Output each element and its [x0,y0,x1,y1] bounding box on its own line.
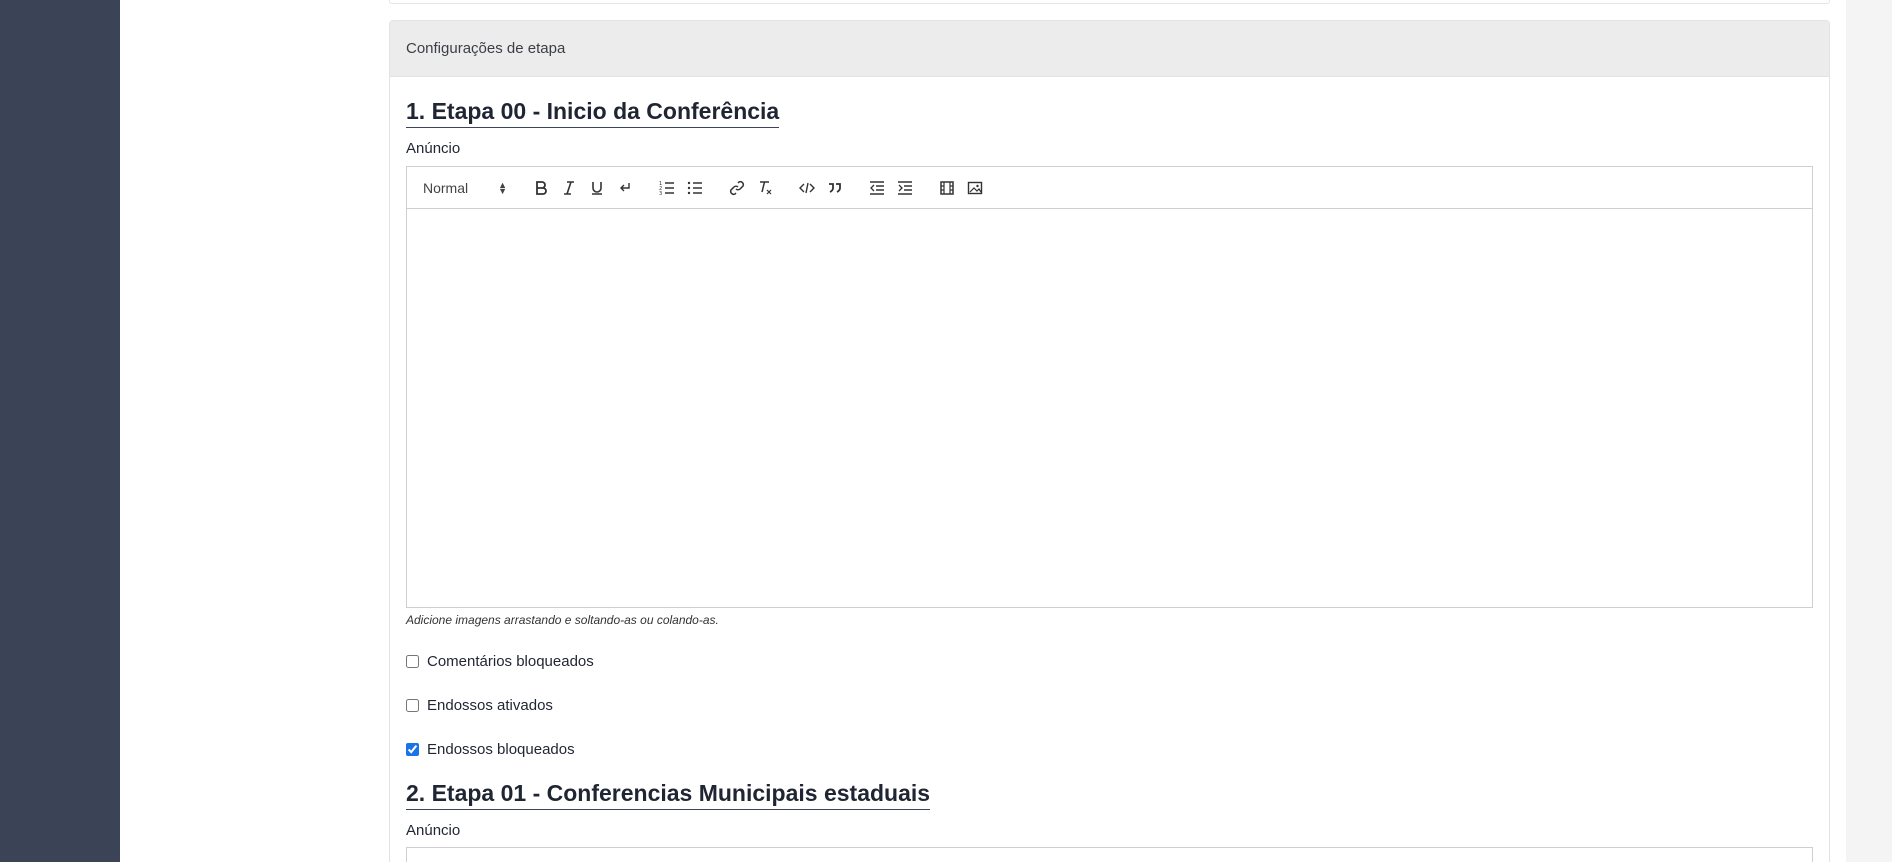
link-group [723,176,779,200]
endorsements-blocked-label: Endossos bloqueados [427,740,575,758]
underline-icon[interactable] [583,176,611,200]
bold-icon[interactable] [527,176,555,200]
editor-helper-text: Adicione imagens arrastando e soltando-a… [406,613,719,627]
step-title: 1. Etapa 00 - Inicio da Conferência [406,97,780,128]
comments-blocked-label: Comentários bloqueados [427,652,594,670]
rich-text-editor[interactable] [406,847,1813,862]
endorsements-enabled-label: Endossos ativados [427,696,553,714]
select-arrows-icon: ▲ ▼ [498,179,507,196]
outdent-icon[interactable] [863,176,891,200]
comments-blocked-checkbox[interactable] [406,654,419,668]
option-endorsements-blocked[interactable]: Endossos bloqueados [406,739,1813,759]
heading-select-value: Normal [423,179,469,196]
app-nav-rail [0,0,120,862]
step-title: 2. Etapa 01 - Conferencias Municipais es… [406,779,931,810]
code-icon[interactable] [793,176,821,200]
indent-group [863,176,919,200]
step-settings-card: Configurações de etapa 1. Etapa 00 - Ini… [389,20,1830,862]
ordered-list-icon[interactable]: 123 [653,176,681,200]
image-icon[interactable] [961,176,989,200]
editor-content-area[interactable] [407,209,1812,607]
announcement-label: Anúncio [406,822,461,839]
rich-text-editor: Normal ▲ ▼ 1 2 3 [406,166,1813,608]
scroll-gutter [1846,0,1892,862]
italic-icon[interactable] [555,176,583,200]
sidebar [120,0,340,862]
card-header: Configurações de etapa [390,21,1829,77]
clear-format-icon[interactable] [751,176,779,200]
option-comments-blocked[interactable]: Comentários bloqueados [406,651,1813,671]
svg-text:3: 3 [659,191,662,196]
media-group [933,176,989,200]
link-icon[interactable] [723,176,751,200]
card-body: 1. Etapa 00 - Inicio da Conferência Anún… [390,77,1829,862]
card-header-title: Configurações de etapa [406,40,566,57]
bullet-list-icon[interactable] [681,176,709,200]
editor-toolbar: Normal ▲ ▼ 1 2 3 [407,167,1812,209]
announcement-label: Anúncio [406,140,461,157]
heading-select[interactable]: Normal ▲ ▼ [423,180,513,196]
blockquote-icon[interactable] [821,176,849,200]
format-group [527,176,639,200]
link-break-icon[interactable] [611,176,639,200]
endorsements-blocked-checkbox[interactable] [406,742,419,756]
list-group: 123 [653,176,709,200]
endorsements-enabled-checkbox[interactable] [406,698,419,712]
video-icon[interactable] [933,176,961,200]
previous-card-edge [389,0,1830,4]
block-group [793,176,849,200]
indent-icon[interactable] [891,176,919,200]
option-endorsements-enabled[interactable]: Endossos ativados [406,695,1813,715]
